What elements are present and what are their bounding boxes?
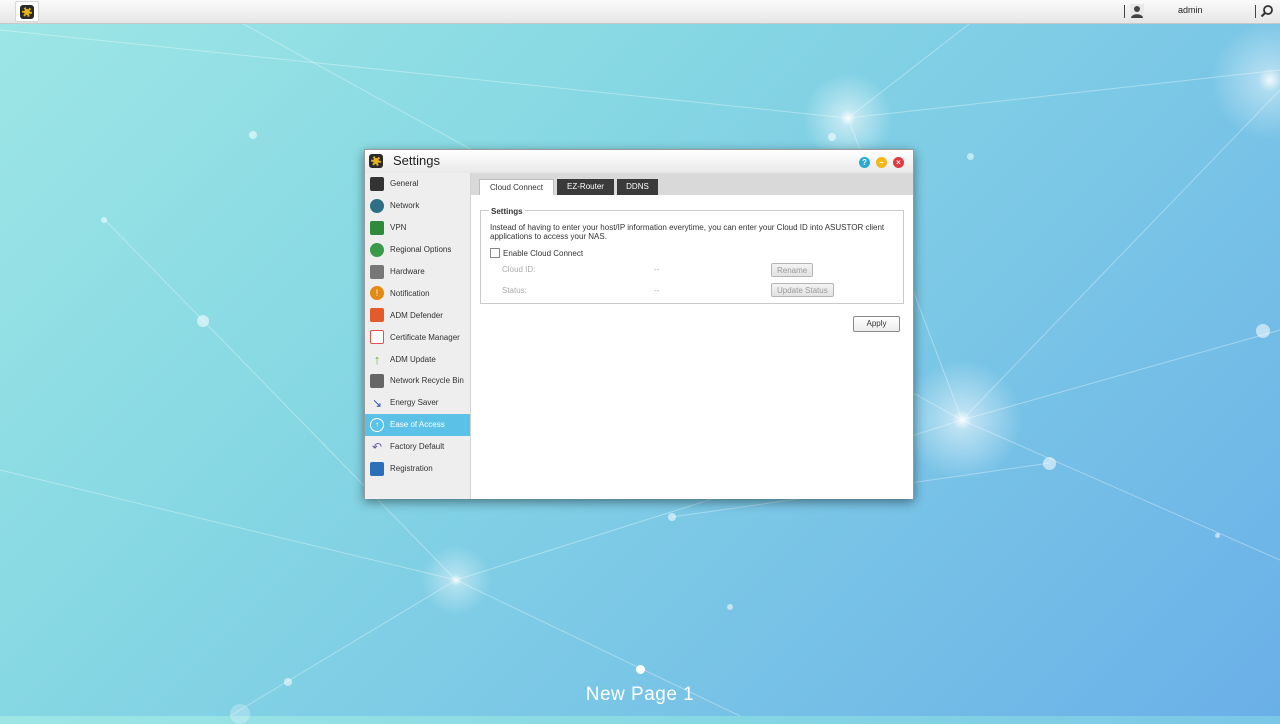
page-indicator-dot[interactable]: [636, 665, 645, 674]
sidebar-item-label: VPN: [390, 223, 407, 233]
sidebar-item-label: Regional Options: [390, 245, 452, 255]
sidebar-item-label: Energy Saver: [390, 398, 439, 408]
toolbar-divider: [1255, 5, 1256, 18]
enable-cloud-connect-row[interactable]: Enable Cloud Connect: [490, 248, 583, 258]
rename-button[interactable]: Rename: [771, 263, 814, 277]
sidebar-item-label: ADM Update: [390, 354, 436, 364]
background-dot: [1256, 324, 1270, 338]
user-name[interactable]: admin: [1178, 5, 1203, 15]
background-dot: [1215, 533, 1220, 538]
factory-default-icon: ↶: [371, 439, 383, 454]
energy-saver-icon: ↘: [371, 395, 383, 410]
minimize-button[interactable]: –: [876, 157, 887, 168]
window-titlebar[interactable]: Settings ? – ×: [365, 150, 913, 174]
settings-content: Cloud Connect EZ-Router DDNS Settings In…: [471, 173, 913, 499]
registration-icon: [370, 461, 384, 476]
sidebar-item-label: Network: [390, 201, 420, 211]
background-dot: [668, 513, 676, 521]
adm-home-button[interactable]: [15, 1, 39, 22]
notification-icon: !: [370, 286, 384, 301]
sidebar-item-label: Registration: [390, 464, 433, 474]
enable-cloud-connect-label[interactable]: Enable Cloud Connect: [503, 249, 583, 258]
certificate-icon: [370, 330, 384, 345]
sidebar-item-label: ADM Defender: [390, 310, 443, 320]
status-value: --: [654, 286, 660, 295]
regional-options-icon: [370, 242, 384, 257]
window-title: Settings: [393, 153, 440, 168]
sidebar-item-network-recycle-bin[interactable]: Network Recycle Bin: [365, 370, 470, 392]
sidebar-item-certificate-manager[interactable]: Certificate Manager: [365, 326, 470, 348]
general-icon: [370, 176, 384, 191]
sidebar-item-registration[interactable]: Registration: [365, 458, 470, 480]
tab-strip: Cloud Connect EZ-Router DDNS: [471, 173, 913, 195]
settings-sidebar: General Network VPN Regional Options Har…: [365, 173, 471, 499]
sidebar-item-ease-of-access[interactable]: ↑ Ease of Access: [365, 413, 470, 436]
search-icon[interactable]: [1260, 4, 1274, 18]
sidebar-item-general[interactable]: General: [365, 173, 470, 195]
network-globe-icon: [370, 198, 384, 213]
close-button[interactable]: ×: [893, 157, 904, 168]
sidebar-item-regional-options[interactable]: Regional Options: [365, 239, 470, 261]
ease-of-access-icon: ↑: [370, 417, 384, 432]
sidebar-item-energy-saver[interactable]: ↘ Energy Saver: [365, 392, 470, 414]
settings-group: Settings Instead of having to enter your…: [480, 207, 904, 304]
background-dot: [727, 604, 733, 610]
sidebar-item-network[interactable]: Network: [365, 195, 470, 217]
sidebar-item-label: Network Recycle Bin: [390, 376, 464, 386]
sidebar-item-hardware[interactable]: Hardware: [365, 261, 470, 283]
background-dot: [197, 315, 209, 327]
help-button[interactable]: ?: [859, 157, 870, 168]
sidebar-item-vpn[interactable]: VPN: [365, 217, 470, 239]
status-label: Status:: [502, 286, 527, 295]
user-icon[interactable]: [1130, 4, 1144, 18]
sidebar-item-label: Certificate Manager: [390, 332, 460, 342]
background-dot: [828, 133, 836, 141]
background-dot: [967, 153, 974, 160]
tab-ez-router[interactable]: EZ-Router: [557, 179, 614, 195]
sidebar-item-label: Hardware: [390, 267, 425, 276]
enable-cloud-connect-checkbox[interactable]: [490, 248, 500, 258]
sidebar-item-adm-update[interactable]: ↑ ADM Update: [365, 348, 470, 370]
vpn-icon: [370, 220, 384, 235]
sidebar-item-label: General: [390, 179, 419, 189]
update-status-button[interactable]: Update Status: [771, 283, 834, 297]
cloud-id-label: Cloud ID:: [502, 265, 536, 274]
cloud-id-value: --: [654, 265, 660, 274]
background-dot: [1043, 457, 1056, 470]
cloud-connect-description: Instead of having to enter your host/IP …: [490, 223, 885, 241]
recycle-bin-icon: [370, 373, 384, 388]
background-dot: [101, 217, 107, 223]
settings-window: Settings ? – × General Network VPN Regio…: [364, 149, 914, 499]
sidebar-item-label: Notification: [390, 288, 430, 298]
sidebar-item-adm-defender[interactable]: ADM Defender: [365, 304, 470, 326]
tab-cloud-connect[interactable]: Cloud Connect: [479, 179, 554, 195]
sidebar-item-label: Ease of Access: [390, 420, 445, 430]
apply-button[interactable]: Apply: [853, 316, 900, 332]
adm-logo-icon: [20, 4, 34, 19]
top-bar: admin: [0, 0, 1280, 24]
settings-group-legend: Settings: [489, 207, 525, 216]
desktop-page-label: New Page 1: [585, 684, 695, 705]
toolbar-divider: [1124, 5, 1125, 18]
tab-ddns[interactable]: DDNS: [617, 179, 658, 195]
hardware-icon: [370, 264, 384, 279]
background-dot: [230, 704, 250, 724]
adm-defender-icon: [370, 308, 384, 323]
sidebar-item-factory-default[interactable]: ↶ Factory Default: [365, 436, 470, 458]
background-dot: [249, 131, 257, 139]
sidebar-item-label: Factory Default: [390, 442, 445, 452]
adm-update-icon: ↑: [373, 351, 381, 367]
sidebar-item-notification[interactable]: ! Notification: [365, 282, 470, 304]
settings-app-icon: [369, 154, 383, 168]
